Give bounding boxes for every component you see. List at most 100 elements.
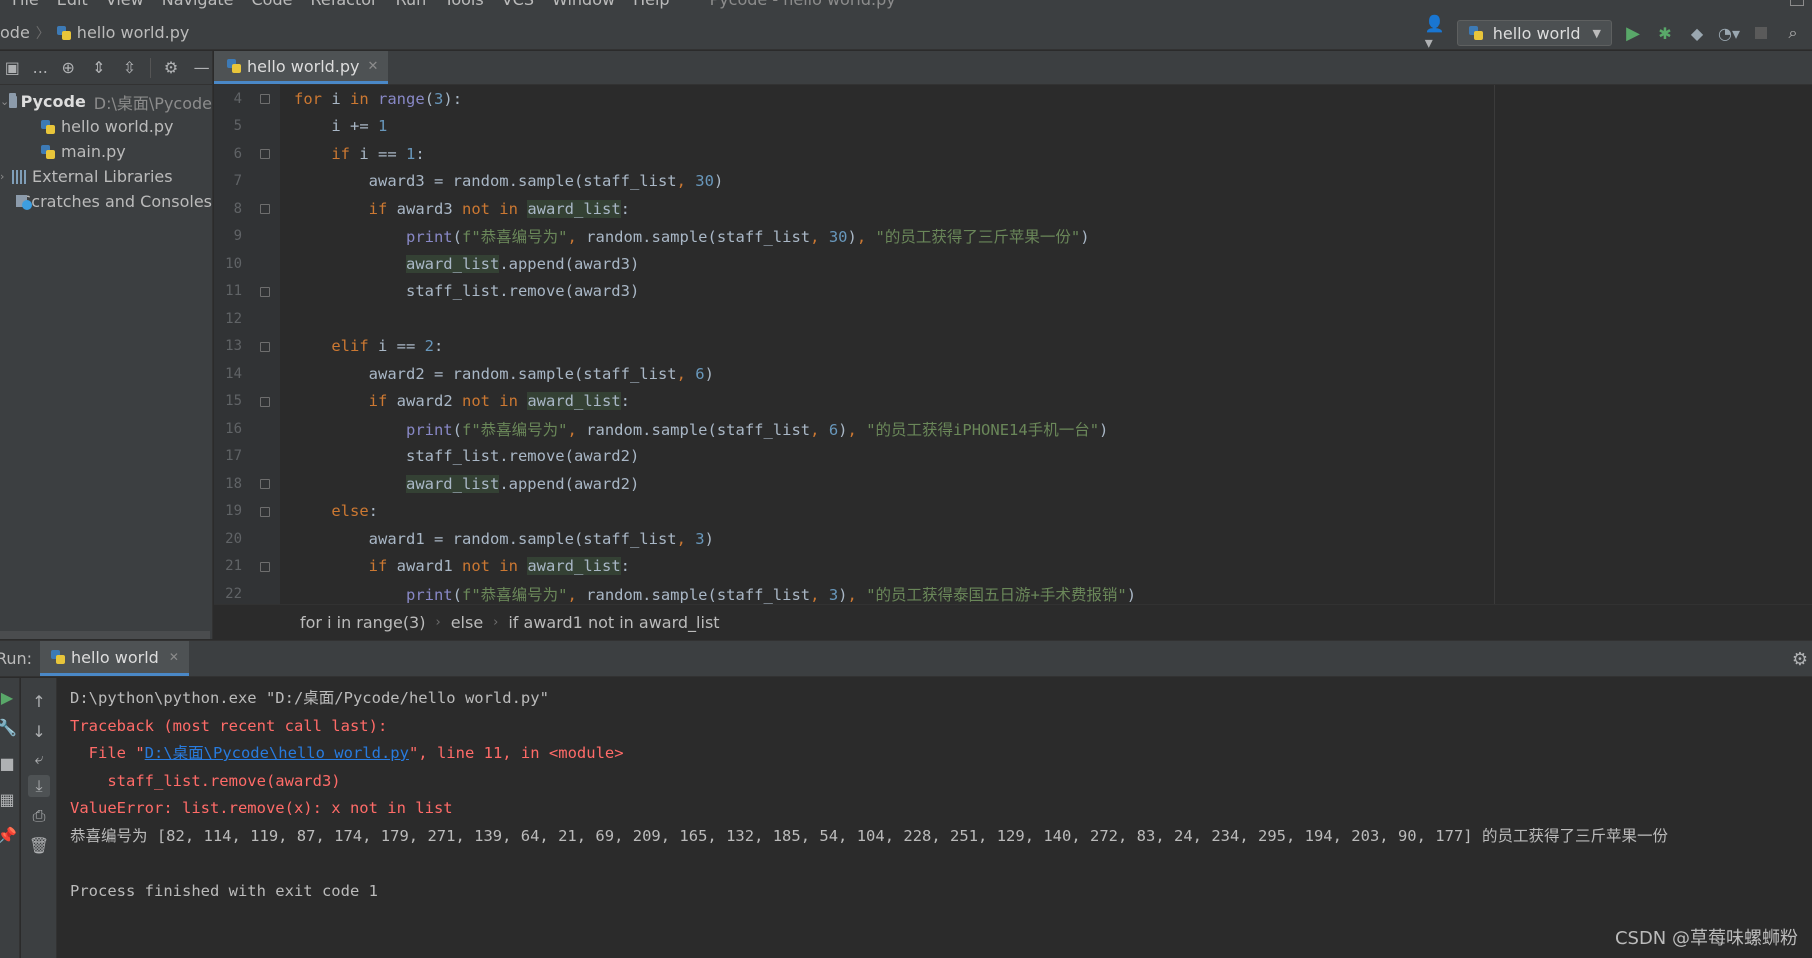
run-icon[interactable]: ▶ — [1622, 22, 1644, 44]
menu-item[interactable]: Tools — [444, 0, 483, 9]
wrench-icon[interactable]: 🔧 — [0, 716, 18, 738]
console-output[interactable]: D:\python\python.exe "D:/桌面/Pycode/hello… — [58, 678, 1812, 958]
profile-icon[interactable]: ◔▾ — [1718, 22, 1740, 44]
line-number: 18 — [225, 475, 242, 492]
menu-item[interactable]: View — [106, 0, 144, 9]
code-line[interactable]: 11 staff_list.remove(award3) — [214, 278, 1812, 306]
project-view-label[interactable]: ... — [33, 58, 48, 77]
menu-item[interactable]: Refactor — [310, 0, 377, 9]
code-line[interactable]: 17 staff_list.remove(award2) — [214, 443, 1812, 471]
up-arrow-icon[interactable]: ↑ — [28, 690, 50, 712]
menu-item[interactable]: Code — [252, 0, 293, 9]
file-suffix: ", line 11, in <module> — [408, 744, 624, 762]
line-number: 15 — [225, 393, 242, 410]
code-line[interactable]: 22 print(f"恭喜编号为", random.sample(staff_l… — [214, 580, 1812, 604]
scroll-to-end-icon[interactable]: ⤓ — [28, 775, 50, 797]
code-line[interactable]: 20 award1 = random.sample(staff_list, 3) — [214, 525, 1812, 553]
print-icon[interactable]: ⎙ — [28, 805, 50, 827]
code-line[interactable]: 12 — [214, 305, 1812, 333]
tree-item-external-libraries[interactable]: › External Libraries — [0, 164, 212, 189]
menu-item[interactable]: File — [12, 0, 39, 9]
code-line[interactable]: 6 if i == 1: — [214, 140, 1812, 168]
gear-icon[interactable]: ⚙ — [1792, 649, 1808, 670]
fold-marker-icon[interactable] — [260, 506, 270, 517]
code-line[interactable]: 19 else: — [214, 498, 1812, 526]
soft-wrap-icon[interactable]: ⤶ — [28, 748, 50, 770]
code-line[interactable]: 5 i += 1 — [214, 113, 1812, 141]
breadcrumb-project[interactable]: ode — [0, 23, 30, 42]
run-configuration-selector[interactable]: hello world ▼ — [1456, 20, 1612, 46]
code-line[interactable]: 14 award2 = random.sample(staff_list, 6) — [214, 360, 1812, 388]
user-icon[interactable]: 👤▾ — [1425, 14, 1447, 52]
editor-tab-bar: hello world.py ✕ — [214, 51, 1812, 85]
breadcrumb-separator-icon: › — [493, 614, 499, 630]
code-line[interactable]: 16 print(f"恭喜编号为", random.sample(staff_l… — [214, 415, 1812, 443]
fold-marker-icon[interactable] — [260, 396, 270, 407]
tree-item-main[interactable]: main.py — [0, 139, 212, 164]
tree-item-scratches[interactable]: Scratches and Consoles — [0, 189, 212, 214]
rerun-icon[interactable]: ▶ — [0, 686, 18, 708]
fold-marker-icon[interactable] — [260, 341, 270, 352]
pin-icon[interactable]: 📌 — [0, 824, 18, 846]
gear-icon[interactable]: ⚙ — [161, 58, 182, 77]
stop-icon[interactable]: ■ — [0, 752, 18, 774]
close-icon[interactable]: ✕ — [368, 59, 379, 74]
breadcrumb-item[interactable]: else — [451, 613, 483, 632]
window-restore-icon[interactable] — [1790, 0, 1804, 6]
debug-icon[interactable]: ✱ — [1654, 22, 1676, 44]
breadcrumb-file[interactable]: hello world.py — [77, 23, 190, 42]
tree-item-project-root[interactable]: ⌄ Pycode D:\桌面\Pycode — [0, 89, 212, 114]
fold-marker-icon[interactable] — [260, 149, 270, 159]
trash-icon[interactable]: 🗑 — [28, 834, 50, 856]
hide-icon[interactable]: — — [191, 58, 212, 77]
stop-button[interactable] — [1750, 22, 1772, 44]
menu-item[interactable]: Window — [552, 0, 615, 9]
fold-marker-icon[interactable] — [260, 94, 270, 104]
scratches-label: Scratches and Consoles — [21, 192, 212, 211]
code-line[interactable]: 13 elif i == 2: — [214, 333, 1812, 361]
breadcrumb-item[interactable]: for i in range(3) — [300, 613, 425, 632]
line-number: 5 — [233, 118, 242, 135]
expand-arrow-icon[interactable]: ⌄ — [0, 95, 9, 108]
menu-item[interactable]: VCS — [502, 0, 534, 9]
code-line[interactable]: 15 if award2 not in award_list: — [214, 388, 1812, 416]
python-file-icon — [40, 119, 56, 135]
collapse-arrow-icon[interactable]: › — [0, 170, 12, 183]
locate-icon[interactable]: ⊕ — [58, 58, 79, 77]
menu-item[interactable]: Run — [396, 0, 427, 9]
code-text: else: — [331, 502, 378, 521]
file-link[interactable]: D:\桌面\Pycode\hello world.py — [145, 744, 409, 762]
down-arrow-icon[interactable]: ↓ — [28, 720, 50, 742]
code-line[interactable]: 7 award3 = random.sample(staff_list, 30) — [214, 168, 1812, 196]
code-line[interactable]: 21 if award1 not in award_list: — [214, 553, 1812, 581]
toolbar-divider — [149, 57, 151, 78]
search-icon[interactable]: ⌕ — [1782, 22, 1804, 44]
project-view-icon[interactable]: ▣ — [2, 58, 23, 77]
code-line[interactable]: 9 print(f"恭喜编号为", random.sample(staff_li… — [214, 223, 1812, 251]
expand-all-icon[interactable]: ⇕ — [89, 58, 110, 77]
menu-item[interactable]: Help — [633, 0, 669, 9]
code-line[interactable]: 10 award_list.append(award3) — [214, 250, 1812, 278]
layout-icon[interactable]: ▦ — [0, 788, 18, 810]
tab-hello-world[interactable]: hello world.py ✕ — [214, 51, 389, 84]
run-label: Run: — [0, 649, 33, 668]
close-icon[interactable]: ✕ — [169, 650, 179, 664]
breadcrumb-item[interactable]: if award1 not in award_list — [508, 613, 719, 632]
tree-item-hello-world[interactable]: hello world.py — [0, 114, 212, 139]
tab-run-hello-world[interactable]: hello world ✕ — [40, 641, 189, 676]
code-line[interactable]: 4 for i in range(3): — [214, 85, 1812, 113]
fold-marker-icon[interactable] — [260, 561, 270, 572]
code-text: staff_list.remove(award3) — [294, 282, 640, 301]
fold-marker-icon[interactable] — [260, 204, 270, 214]
menu-item[interactable]: Edit — [57, 0, 88, 9]
collapse-all-icon[interactable]: ⇳ — [119, 58, 140, 77]
code-line[interactable]: 8 if award3 not in award_list: — [214, 195, 1812, 223]
fold-marker-icon[interactable] — [260, 479, 270, 489]
coverage-icon[interactable]: ◆ — [1686, 22, 1708, 44]
code-area[interactable]: 4 for i in range(3): 5 i += 1 6 if i == … — [214, 85, 1812, 604]
fold-marker-icon[interactable] — [260, 286, 270, 297]
code-line[interactable]: 18 award_list.append(award2) — [214, 470, 1812, 498]
menu-item[interactable]: Navigate — [162, 0, 234, 9]
code-text: print(f"恭喜编号为", random.sample(staff_list… — [405, 228, 1090, 247]
horizontal-scrollbar[interactable] — [0, 631, 210, 639]
